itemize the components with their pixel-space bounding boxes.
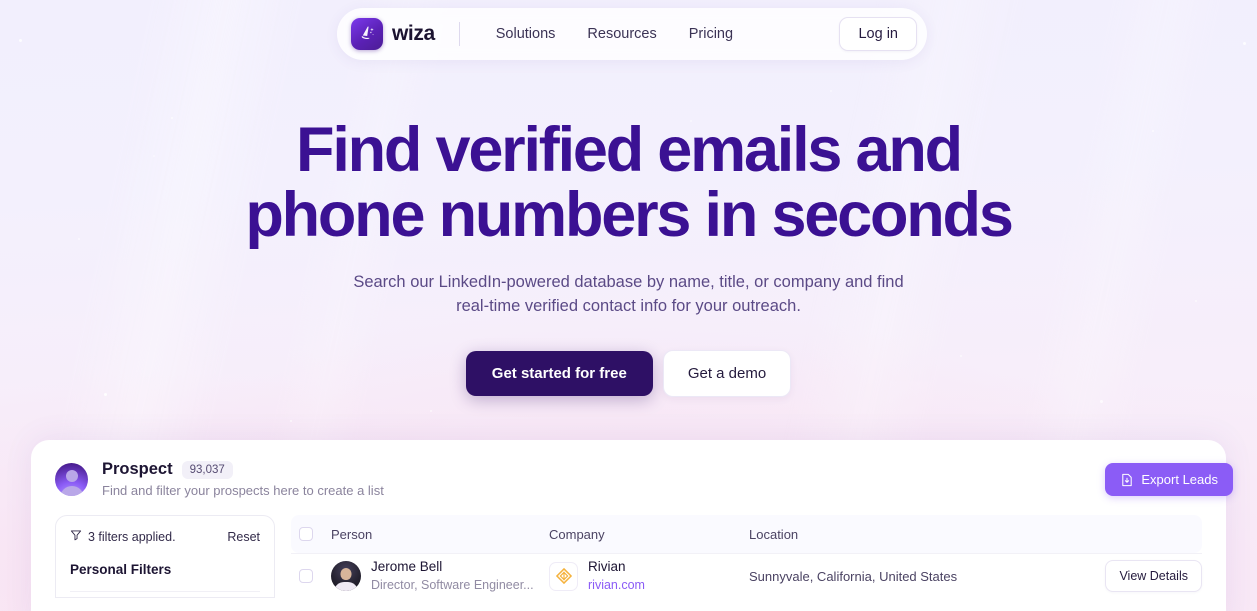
row-select-checkbox[interactable] [299, 569, 313, 583]
person-photo-avatar [331, 561, 361, 591]
view-details-button[interactable]: View Details [1105, 560, 1202, 592]
prospect-subtitle: Find and filter your prospects here to c… [102, 483, 384, 498]
prospect-card-header: Prospect 93,037 Find and filter your pro… [31, 440, 1226, 498]
prospect-preview-card: Prospect 93,037 Find and filter your pro… [31, 440, 1226, 611]
avatar-body-shape [59, 486, 84, 496]
sparkle-decoration [290, 420, 292, 422]
export-icon [1120, 473, 1134, 487]
company-info: Rivian rivian.com [588, 559, 645, 593]
hero-heading-line-2: phone numbers in seconds [245, 180, 1014, 250]
hero-subheading: Search our LinkedIn-powered database by … [0, 270, 1257, 318]
company-website-link[interactable]: rivian.com [588, 577, 645, 593]
cell-company: Rivian rivian.com [549, 559, 749, 593]
person-job-title: Director, Software Engineer... [371, 578, 534, 592]
prospect-avatar-icon [55, 463, 88, 496]
cell-person: Jerome Bell Director, Software Engineer.… [331, 559, 549, 593]
prospect-count-badge: 93,037 [181, 460, 233, 479]
export-leads-button[interactable]: Export Leads [1105, 463, 1233, 496]
prospect-card-body: 3 filters applied. Reset Personal Filter… [31, 498, 1226, 598]
filters-summary-row: 3 filters applied. Reset [70, 529, 260, 544]
funnel-icon [70, 529, 82, 544]
nav-item-pricing[interactable]: Pricing [673, 19, 749, 49]
brand-logo[interactable]: wiza [351, 18, 435, 50]
get-demo-button[interactable]: Get a demo [662, 350, 792, 397]
hero-subheading-line-1: Search our LinkedIn-powered database by … [353, 273, 904, 291]
nav-divider [458, 22, 460, 46]
top-navigation-bar: wiza Solutions Resources Pricing Log in [337, 8, 927, 60]
avatar-shirt-shape [334, 582, 358, 591]
select-all-checkbox[interactable] [299, 527, 313, 541]
login-button[interactable]: Log in [839, 17, 917, 51]
export-leads-label: Export Leads [1141, 472, 1218, 487]
sparkle-decoration [1243, 42, 1246, 45]
nav-item-resources[interactable]: Resources [571, 19, 672, 49]
sparkle-decoration [430, 410, 432, 412]
rivian-diamond-icon [549, 561, 578, 591]
brand-name: wiza [392, 22, 435, 45]
nav-links: Solutions Resources Pricing [480, 19, 749, 49]
nav-item-solutions[interactable]: Solutions [480, 19, 572, 49]
prospect-title: Prospect [102, 460, 173, 478]
filters-applied-summary: 3 filters applied. [70, 529, 176, 544]
prospect-table: Person Company Location Jerome Bell Dire… [291, 515, 1202, 598]
wizard-hat-icon [351, 18, 383, 50]
person-info: Jerome Bell Director, Software Engineer.… [371, 559, 534, 593]
table-row[interactable]: Jerome Bell Director, Software Engineer.… [291, 553, 1202, 598]
filters-divider [70, 591, 260, 592]
hero-cta-row: Get started for free Get a demo [0, 350, 1257, 397]
hero-heading-line-1: Find verified emails and [296, 115, 963, 185]
person-name: Jerome Bell [371, 559, 443, 574]
cell-action: View Details [1092, 560, 1202, 592]
hero-section: Find verified emails and phone numbers i… [0, 118, 1257, 397]
sparkle-decoration [830, 90, 832, 92]
column-header-person[interactable]: Person [331, 527, 549, 542]
avatar-face-shape [340, 568, 352, 580]
hero-subheading-line-2: real-time verified contact info for your… [456, 297, 801, 315]
cell-location: Sunnyvale, California, United States [749, 568, 958, 584]
avatar-head-shape [65, 470, 78, 482]
column-header-company[interactable]: Company [549, 527, 749, 542]
reset-filters-link[interactable]: Reset [227, 530, 260, 544]
filters-panel: 3 filters applied. Reset Personal Filter… [55, 515, 275, 598]
sparkle-decoration [1100, 400, 1103, 403]
page-title: Find verified emails and phone numbers i… [0, 118, 1257, 248]
prospect-card-titles: Prospect 93,037 Find and filter your pro… [102, 460, 384, 498]
personal-filters-heading: Personal Filters [70, 562, 172, 577]
company-name: Rivian [588, 559, 626, 574]
sparkle-decoration [19, 39, 22, 42]
column-header-location[interactable]: Location [749, 527, 1092, 542]
page-root: wiza Solutions Resources Pricing Log in … [0, 0, 1257, 611]
filters-applied-text: 3 filters applied. [88, 529, 176, 544]
prospect-title-row: Prospect 93,037 [102, 460, 384, 479]
table-header-row: Person Company Location [291, 515, 1202, 553]
get-started-button[interactable]: Get started for free [465, 351, 653, 396]
